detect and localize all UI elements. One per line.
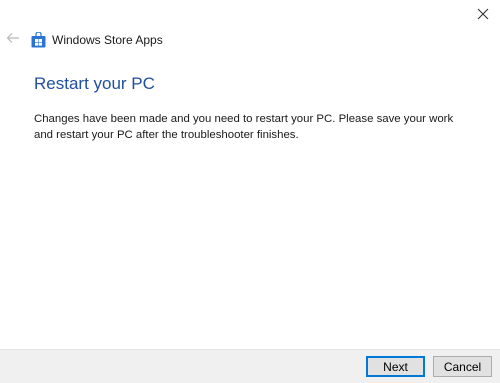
back-button[interactable] [5, 31, 21, 49]
troubleshooter-window: Windows Store Apps Restart your PC Chang… [0, 0, 500, 383]
page-heading: Restart your PC [34, 74, 155, 93]
next-button[interactable]: Next [366, 356, 425, 377]
close-icon [477, 8, 489, 20]
back-arrow-icon [6, 31, 20, 49]
close-button[interactable] [472, 4, 494, 24]
windows-store-icon [31, 31, 46, 48]
restart-message: Changes have been made and you need to r… [34, 113, 454, 141]
title-bar: Windows Store Apps [0, 28, 500, 52]
app-title: Windows Store Apps [52, 33, 163, 47]
footer-bar: Next Cancel [0, 349, 500, 383]
cancel-button[interactable]: Cancel [433, 356, 492, 377]
